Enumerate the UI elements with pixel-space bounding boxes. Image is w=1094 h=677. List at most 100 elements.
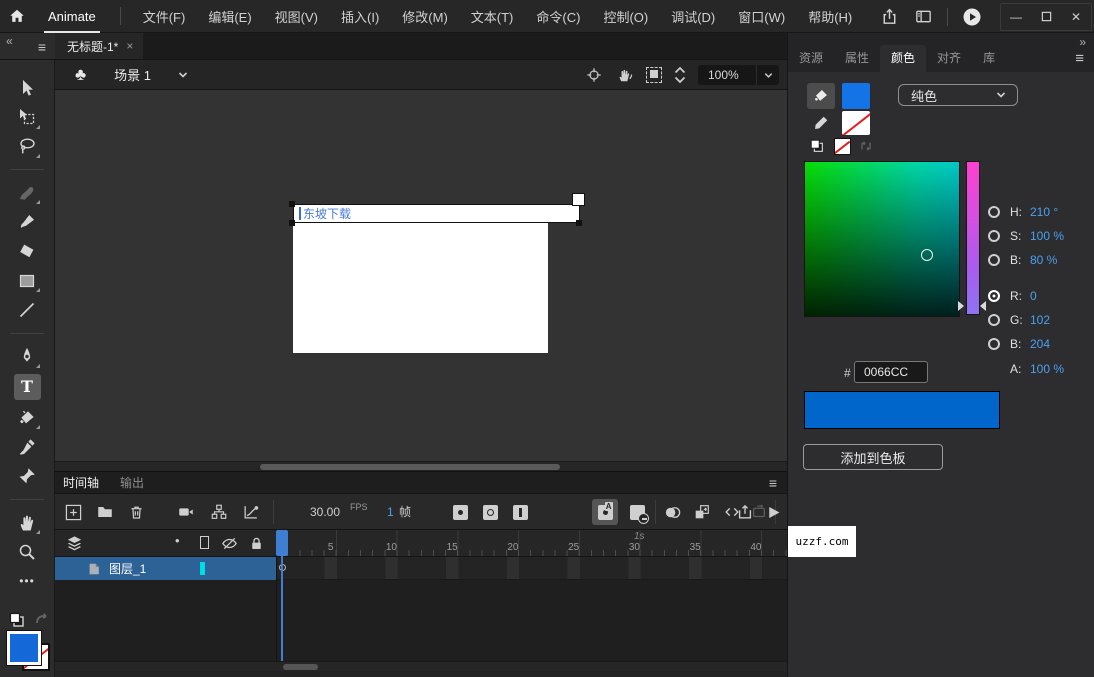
timeline-panel-menu-icon[interactable]: ≡	[769, 475, 777, 491]
workspace-button[interactable]	[909, 3, 937, 31]
eyedropper-tool[interactable]	[15, 435, 39, 458]
layer-name[interactable]: 图层_1	[109, 560, 146, 577]
menu-item-file[interactable]: 文件(F)	[143, 7, 186, 26]
export-animation-button[interactable]	[735, 502, 755, 522]
saturation-value[interactable]: 100 %	[1030, 229, 1064, 243]
menu-item-commands[interactable]: 命令(C)	[536, 7, 580, 26]
visibility-column-icon[interactable]	[220, 534, 239, 553]
hue-radio[interactable]	[988, 206, 1000, 218]
fill-color-mode-button[interactable]	[807, 83, 835, 109]
share-button[interactable]	[875, 3, 903, 31]
line-tool[interactable]	[15, 298, 39, 321]
scene-name[interactable]: 场景 1	[114, 65, 151, 84]
playhead[interactable]	[276, 530, 288, 556]
tab-output[interactable]: 输出	[120, 472, 144, 494]
menu-item-window[interactable]: 窗口(W)	[738, 7, 785, 26]
layer-parenting-button[interactable]	[209, 502, 229, 522]
hue-slider-handle-left[interactable]	[958, 301, 964, 311]
canvas-horizontal-scrollbar[interactable]	[55, 461, 787, 471]
highlight-column-icon[interactable]: •	[175, 533, 180, 548]
red-radio[interactable]	[988, 290, 1000, 302]
rectangle-tool[interactable]	[15, 269, 39, 292]
menu-item-text[interactable]: 文本(T)	[471, 7, 514, 26]
layer-row[interactable]: 图层_1	[55, 557, 276, 580]
hue-slider-handle-right[interactable]	[980, 301, 986, 311]
color-panel-menu-icon[interactable]: ≡	[1075, 50, 1084, 67]
swap-colors-icon[interactable]	[33, 611, 51, 629]
test-movie-button[interactable]	[958, 3, 986, 31]
zoom-tool[interactable]	[15, 540, 39, 563]
textbox-handle-bottom-right[interactable]	[576, 220, 582, 226]
alpha-value[interactable]: 100 %	[1030, 362, 1064, 376]
blue-value[interactable]: 204	[1030, 337, 1050, 351]
auto-keyframe-toggle[interactable]: A	[592, 499, 618, 525]
color-picker-marker[interactable]	[921, 249, 933, 261]
red-value[interactable]: 0	[1030, 289, 1037, 303]
scene-chevron-down-icon[interactable]	[177, 69, 189, 81]
canvas-hscroll-thumb[interactable]	[260, 464, 560, 470]
insert-blank-keyframe-button[interactable]	[480, 502, 500, 522]
document-tab-close-icon[interactable]: ×	[126, 39, 133, 53]
collapse-panel-icon[interactable]: «	[6, 34, 13, 48]
stage-text[interactable]: 东坡下载	[303, 205, 351, 222]
close-button[interactable]: ✕	[1061, 5, 1091, 29]
blue-radio[interactable]	[988, 338, 1000, 350]
lasso-tool[interactable]	[15, 135, 39, 158]
textbox-handle-bottom-left[interactable]	[289, 220, 295, 226]
asset-warp-tool[interactable]	[15, 465, 39, 488]
clip-content-icon[interactable]	[646, 67, 662, 83]
document-tab[interactable]: 无标题-1* ×	[55, 33, 143, 59]
tools-panel-menu-icon[interactable]: ≡	[38, 39, 46, 55]
zoom-level-dropdown[interactable]	[756, 65, 779, 85]
tab-assets[interactable]: 资源	[788, 45, 834, 72]
green-value[interactable]: 102	[1030, 313, 1050, 327]
brightness-value[interactable]: 80 %	[1030, 253, 1057, 267]
fluid-brush-tool[interactable]	[15, 181, 39, 204]
hand-tool[interactable]	[15, 511, 39, 534]
saturation-brightness-picker[interactable]	[804, 161, 960, 317]
fill-color-swatch[interactable]	[7, 631, 41, 665]
more-tools-button[interactable]: •••	[15, 570, 39, 593]
timeline-ruler[interactable]: 1s 510152025303540	[276, 530, 787, 557]
zoom-stepper[interactable]	[674, 66, 686, 84]
stage-text-box[interactable]: 东坡下载	[293, 204, 580, 223]
hue-slider[interactable]	[966, 161, 980, 315]
stroke-color-swatch[interactable]	[842, 111, 870, 135]
menu-item-view[interactable]: 视图(V)	[275, 7, 318, 26]
app-name-tab[interactable]: Animate	[34, 0, 110, 33]
green-radio[interactable]	[988, 314, 1000, 326]
saturation-radio[interactable]	[988, 230, 1000, 242]
tab-color[interactable]: 颜色	[880, 45, 926, 72]
subselection-tool[interactable]	[15, 105, 39, 128]
textbox-handle-top-left[interactable]	[289, 201, 295, 207]
insert-keyframe-button[interactable]	[450, 502, 470, 522]
textbox-resize-handle[interactable]	[572, 193, 585, 206]
fill-color-swatch[interactable]	[842, 83, 870, 109]
maximize-button[interactable]	[1031, 5, 1061, 29]
onion-skin-button[interactable]	[662, 502, 682, 522]
swap-colors-button[interactable]	[858, 138, 874, 154]
timeline-horizontal-scrollbar[interactable]	[55, 661, 787, 671]
menu-item-debug[interactable]: 调试(D)	[671, 7, 715, 26]
new-folder-button[interactable]	[95, 502, 115, 522]
stage-canvas[interactable]: 东坡下载	[55, 90, 787, 461]
menu-item-control[interactable]: 控制(O)	[603, 7, 648, 26]
black-white-button[interactable]	[809, 138, 825, 154]
eraser-tool[interactable]	[15, 240, 39, 263]
rotate-view-icon[interactable]	[615, 66, 634, 85]
brush-tool[interactable]	[15, 210, 39, 233]
edit-multiple-frames-button[interactable]	[692, 502, 712, 522]
tab-library[interactable]: 库	[972, 45, 1006, 72]
menu-item-edit[interactable]: 编辑(E)	[208, 7, 251, 26]
default-colors-icon[interactable]	[8, 611, 26, 629]
color-preview-swatch[interactable]	[804, 391, 1000, 429]
remove-frames-button[interactable]	[627, 502, 647, 522]
lock-column-icon[interactable]	[248, 535, 265, 552]
camera-button[interactable]	[176, 502, 196, 522]
stroke-color-mode-button[interactable]	[810, 112, 832, 134]
delete-layer-button[interactable]	[126, 502, 146, 522]
center-stage-icon[interactable]	[585, 66, 603, 84]
minimize-button[interactable]: —	[1001, 5, 1031, 29]
menu-item-insert[interactable]: 插入(I)	[341, 7, 379, 26]
timeline-hscroll-thumb[interactable]	[283, 664, 318, 670]
